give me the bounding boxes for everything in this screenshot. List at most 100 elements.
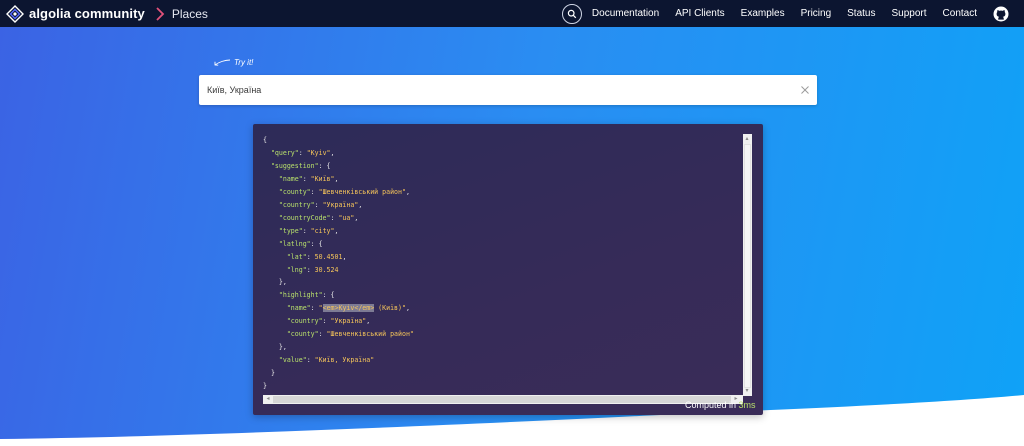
json-punctuation xyxy=(263,149,271,157)
code-line: "county": "Шевченківський район", xyxy=(263,186,741,199)
github-icon[interactable] xyxy=(993,6,1009,22)
json-key: "value" xyxy=(278,356,307,365)
json-punctuation xyxy=(263,253,287,261)
code-line: "lng": 30.524 xyxy=(263,264,741,277)
json-punctuation xyxy=(263,291,279,299)
json-punctuation: : xyxy=(298,148,307,157)
json-highlight: <em>Kyiv</em> xyxy=(322,304,375,313)
places-search-input[interactable] xyxy=(199,75,789,105)
code-line: }, xyxy=(263,276,741,289)
json-punctuation: , xyxy=(330,148,335,157)
algolia-logo-icon xyxy=(6,4,24,23)
code-line: }, xyxy=(263,341,741,354)
json-key: "county" xyxy=(286,330,319,339)
scroll-left-icon[interactable]: ◂ xyxy=(265,396,271,402)
json-key: "highlight" xyxy=(278,291,323,300)
json-punctuation: }, xyxy=(263,343,287,352)
json-value: "Київ, Україна" xyxy=(314,356,375,365)
json-punctuation xyxy=(263,175,279,183)
json-value: 50.4501 xyxy=(314,252,343,261)
json-punctuation: : xyxy=(310,187,319,196)
json-value: "Україна" xyxy=(330,317,367,326)
horizontal-scrollbar[interactable]: ◂ ▸ xyxy=(263,395,743,404)
json-punctuation xyxy=(263,266,287,274)
json-key: "county" xyxy=(278,187,311,196)
section-title[interactable]: Places xyxy=(172,7,208,21)
code-line: "county": "Шевченківський район" xyxy=(263,328,741,341)
nav-link-api-clients[interactable]: API Clients xyxy=(675,8,724,19)
json-punctuation xyxy=(263,356,279,364)
search-icon[interactable] xyxy=(561,3,582,24)
json-value: " xyxy=(318,304,323,313)
json-punctuation: , xyxy=(405,304,410,313)
json-punctuation: , xyxy=(334,226,339,235)
json-punctuation xyxy=(263,188,279,196)
json-key: "query" xyxy=(270,148,299,157)
json-punctuation: : xyxy=(318,330,327,339)
nav-links: Documentation API Clients Examples Prici… xyxy=(561,0,1024,27)
horizontal-scroll-thumb[interactable] xyxy=(273,396,731,403)
json-value: "ua" xyxy=(338,213,355,222)
json-key: "latlng" xyxy=(278,239,311,248)
json-punctuation xyxy=(263,304,287,312)
chevron-right-icon xyxy=(156,6,165,21)
code-line: "name": "Київ", xyxy=(263,173,741,186)
close-icon[interactable] xyxy=(801,86,809,94)
nav-link-documentation[interactable]: Documentation xyxy=(592,8,659,19)
curved-arrow-icon xyxy=(214,59,231,66)
json-punctuation xyxy=(263,162,271,170)
code-line: "name": "<em>Kyiv</em> (Київ)", xyxy=(263,302,741,315)
json-punctuation: : { xyxy=(318,161,331,170)
json-punctuation xyxy=(263,240,279,248)
code-line: "countryCode": "ua", xyxy=(263,212,741,225)
nav-link-contact[interactable]: Contact xyxy=(943,8,977,19)
json-punctuation: } xyxy=(263,382,267,391)
json-punctuation: , xyxy=(334,174,339,183)
json-punctuation xyxy=(263,214,279,222)
json-punctuation xyxy=(263,201,279,209)
nav-link-pricing[interactable]: Pricing xyxy=(801,8,832,19)
json-punctuation: } xyxy=(263,369,275,378)
json-punctuation: , xyxy=(354,213,359,222)
json-punctuation: : { xyxy=(322,291,335,300)
brand-name: algolia community xyxy=(29,6,145,21)
code-line: "lat": 50.4501, xyxy=(263,251,741,264)
json-punctuation xyxy=(263,227,279,235)
json-key: "type" xyxy=(278,226,303,235)
json-value: "Шевченківський район" xyxy=(318,187,406,196)
json-key: "suggestion" xyxy=(270,161,319,170)
json-value: "Київ" xyxy=(310,174,335,183)
code-line: "value": "Київ, Україна" xyxy=(263,354,741,367)
json-punctuation: : xyxy=(314,200,323,209)
json-punctuation xyxy=(263,330,287,338)
json-punctuation: }, xyxy=(263,278,287,287)
json-key: "countryCode" xyxy=(278,213,331,222)
nav-link-status[interactable]: Status xyxy=(847,8,875,19)
vertical-scroll-thumb[interactable] xyxy=(744,144,751,388)
json-key: "country" xyxy=(278,200,315,209)
json-key: "name" xyxy=(286,304,311,313)
json-code-block: { "query": "Kyiv", "suggestion": { "name… xyxy=(263,134,741,392)
json-punctuation: : xyxy=(322,317,331,326)
code-line: } xyxy=(263,367,741,380)
json-key: "country" xyxy=(286,317,323,326)
json-punctuation: : xyxy=(302,174,311,183)
nav-link-support[interactable]: Support xyxy=(892,8,927,19)
json-value: "city" xyxy=(310,226,335,235)
json-value: "Kyiv" xyxy=(306,148,331,157)
json-punctuation: , xyxy=(366,317,371,326)
brand[interactable]: algolia community Places xyxy=(6,4,208,23)
json-value: "Шевченківський район" xyxy=(326,330,414,339)
try-it-label: Try it! xyxy=(234,58,254,67)
code-line: "suggestion": { xyxy=(263,160,741,173)
vertical-scrollbar[interactable]: ▴ ▾ xyxy=(743,134,752,396)
json-key: "lng" xyxy=(286,265,307,274)
nav-link-examples[interactable]: Examples xyxy=(741,8,785,19)
json-punctuation: : xyxy=(306,252,315,261)
scroll-down-icon[interactable]: ▾ xyxy=(744,388,750,394)
code-line: "query": "Kyiv", xyxy=(263,147,741,160)
json-punctuation: : { xyxy=(310,239,323,248)
code-line: "type": "city", xyxy=(263,225,741,238)
scroll-up-icon[interactable]: ▴ xyxy=(744,136,750,142)
code-line: "latlng": { xyxy=(263,238,741,251)
